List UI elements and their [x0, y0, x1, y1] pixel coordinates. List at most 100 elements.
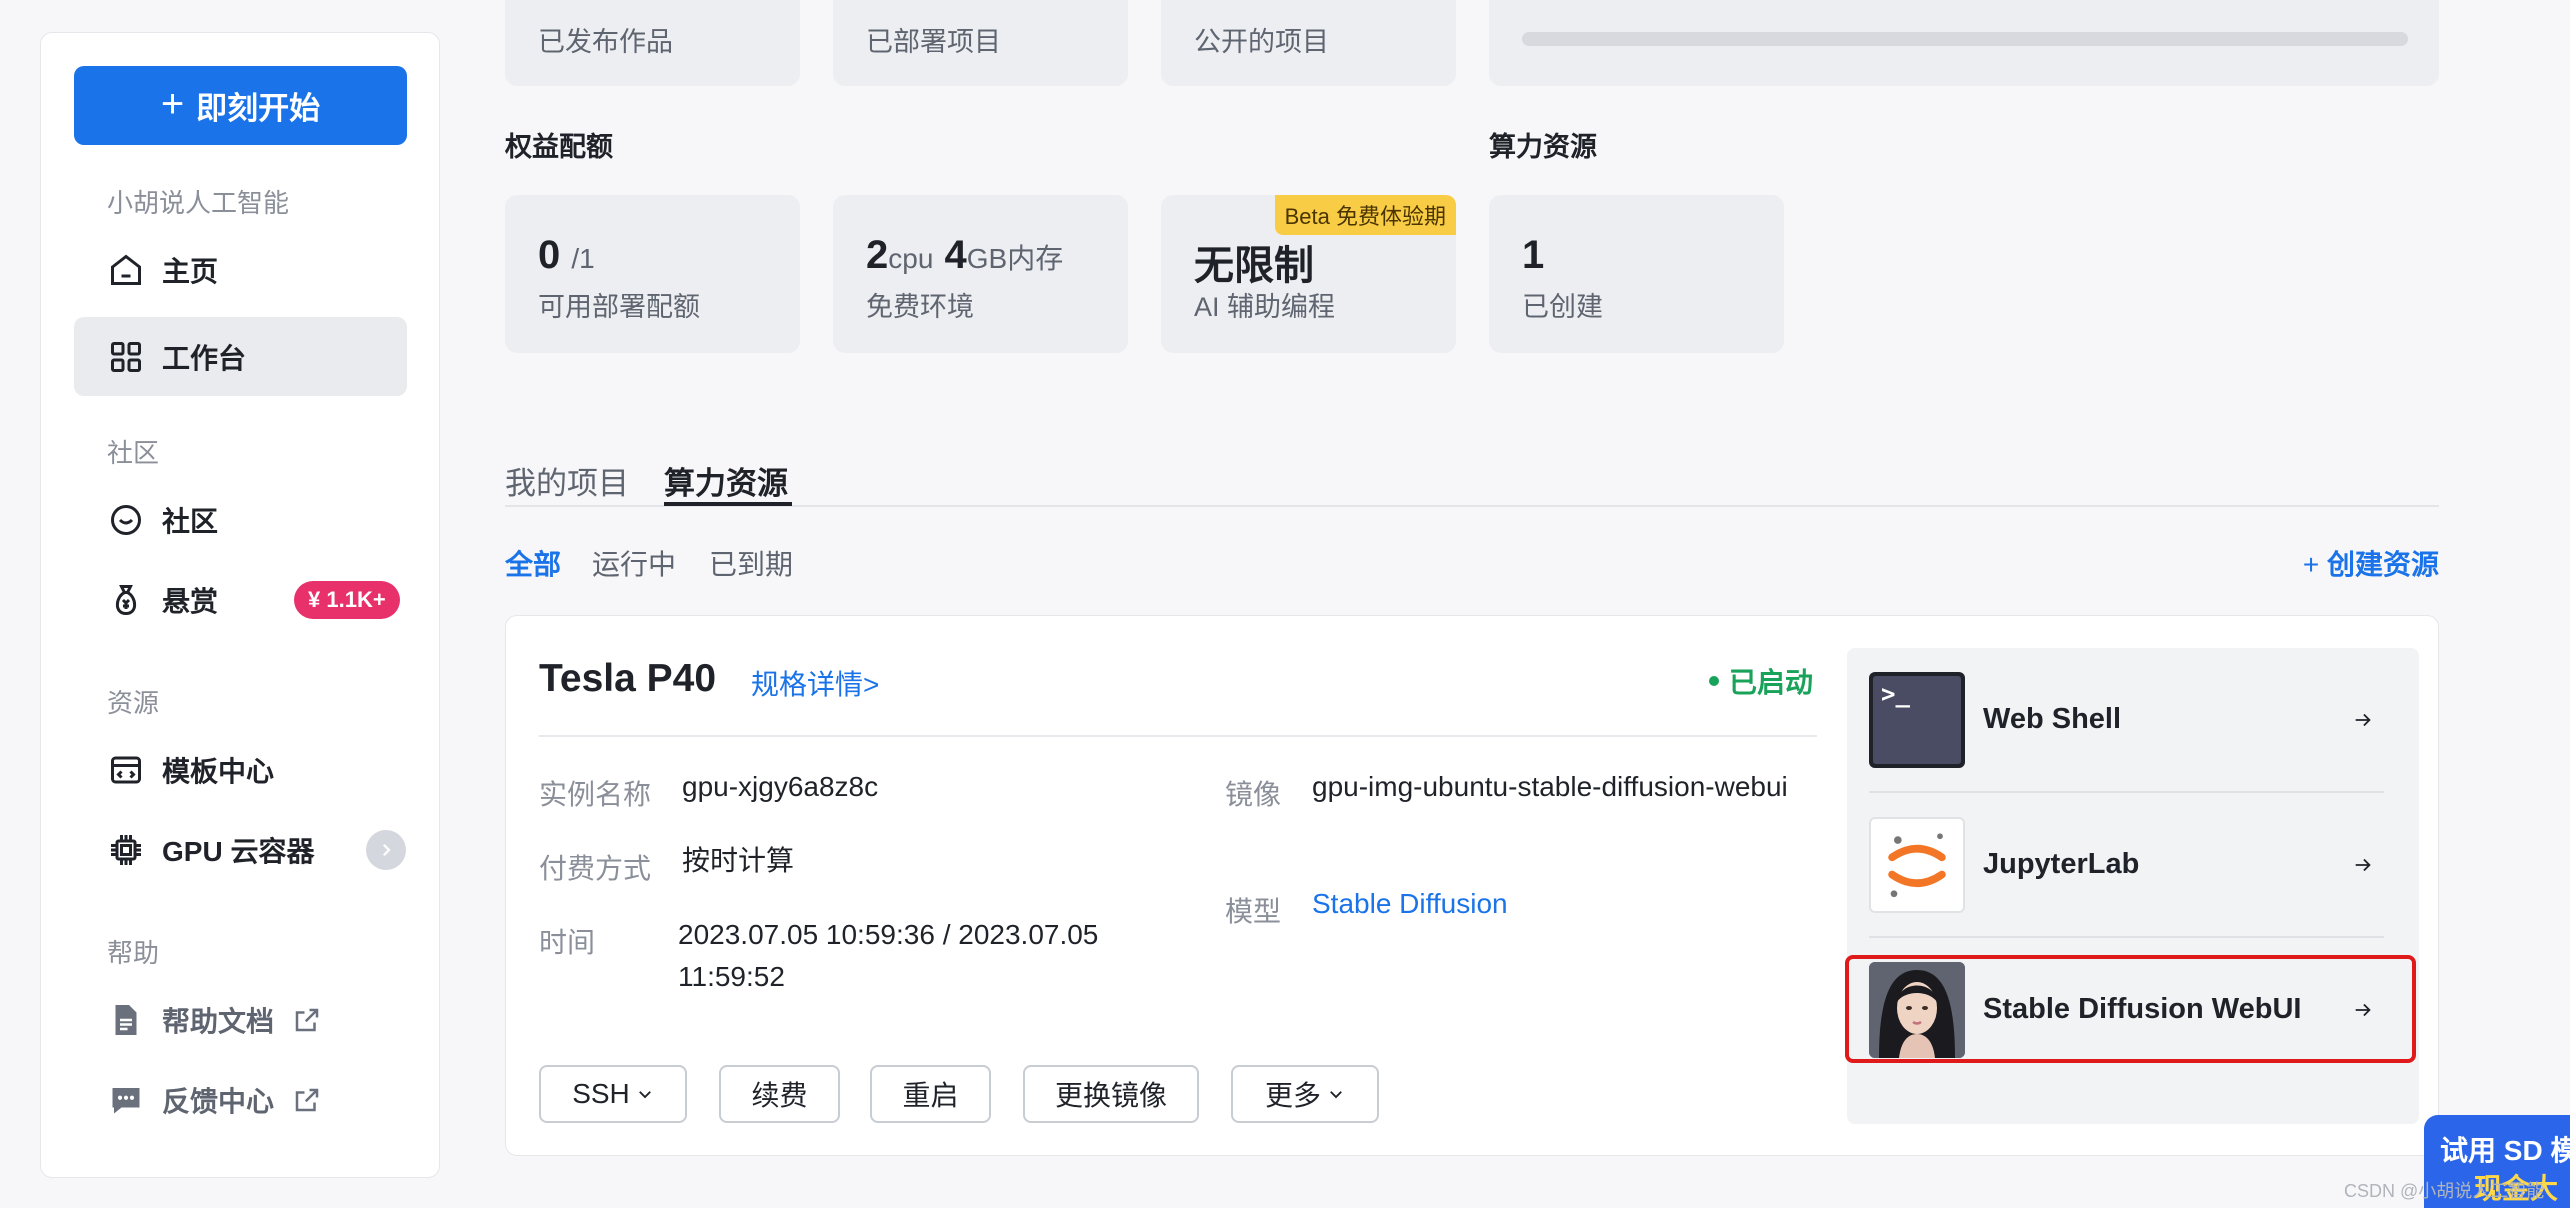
sidebar-item-help-docs[interactable]: 帮助文档: [74, 980, 407, 1059]
image-value: gpu-img-ubuntu-stable-diffusion-webui: [1312, 771, 1788, 802]
team-name: 小胡说人工智能: [107, 188, 290, 218]
sidebar-item-label: 工作台: [162, 342, 247, 374]
external-link-icon: [295, 1088, 319, 1111]
ssh-dropdown-button[interactable]: SSH: [539, 1065, 687, 1123]
cpu-unit: cpu: [888, 243, 934, 274]
model-label: 模型: [1225, 896, 1282, 927]
sidebar-item-home[interactable]: 主页: [74, 230, 407, 309]
home-icon: [111, 254, 141, 285]
sidebar-item-label: 模板中心: [162, 755, 275, 787]
arrow-right-icon: [2355, 858, 2371, 871]
model-link[interactable]: Stable Diffusion: [1312, 883, 1508, 925]
highlight-box: [1845, 955, 2416, 1063]
app-jupyterlab[interactable]: JupyterLab: [1869, 793, 2384, 936]
resource-card: Tesla P40 规格详情> 已启动 实例名称 gpu-xjgy6a8z8c …: [505, 615, 2439, 1156]
deploy-unit: /1: [571, 243, 595, 274]
chevron-down-icon: [1330, 1091, 1342, 1099]
external-link-icon: [295, 1008, 319, 1031]
mem-count: 4: [944, 233, 967, 277]
app-label: JupyterLab: [1983, 848, 2140, 880]
chip-icon: [111, 834, 141, 865]
deploy-value: 0: [538, 233, 561, 277]
watermark: CSDN @小胡说人工智能: [2344, 1181, 2545, 1201]
created-value: 1: [1522, 233, 1545, 277]
resources-section-label: 资源: [107, 688, 160, 718]
status-badge: 已启动: [1709, 661, 1813, 701]
cpu-count: 2: [866, 233, 889, 277]
chat-bubble-icon: [112, 1087, 140, 1113]
deploy-quota-value: 0 /1: [538, 233, 595, 278]
terminal-icon: >_: [1869, 671, 1965, 768]
arrow-right-icon: [2355, 713, 2371, 726]
more-label: 更多: [1264, 1080, 1321, 1111]
filter-running[interactable]: 运行中: [592, 543, 676, 583]
deploy-quota-label: 可用部署配额: [538, 292, 700, 322]
more-dropdown-button[interactable]: 更多: [1231, 1065, 1379, 1123]
sidebar-item-label: 帮助文档: [162, 1005, 275, 1037]
free-env-label: 免费环境: [866, 292, 974, 322]
smile-icon: [111, 504, 141, 535]
usage-progress-bar: [1522, 32, 2408, 46]
tab-compute-resources[interactable]: 算力资源: [664, 458, 788, 503]
start-now-label: 即刻开始: [196, 91, 321, 126]
sidebar: + 即刻开始 小胡说人工智能 主页 工作台 社区 社区 悬赏 ¥ 1.1K+ 资…: [40, 32, 440, 1178]
start-now-button[interactable]: + 即刻开始: [74, 66, 407, 145]
app-label: Web Shell: [1983, 703, 2122, 735]
mem-unit: GB内存: [966, 243, 1064, 274]
filter-all[interactable]: 全部: [505, 543, 561, 583]
deployed-label: 已部署项目: [866, 27, 1001, 57]
status-label: 已启动: [1729, 667, 1814, 698]
free-env-card: 2cpu 4GB内存 免费环境: [833, 195, 1128, 353]
create-resource-label: 创建资源: [2326, 549, 2439, 580]
time-label: 时间: [539, 927, 596, 958]
sidebar-item-label: 社区: [162, 505, 219, 537]
jupyter-icon: [1869, 816, 1965, 913]
ai-coding-value: 无限制: [1194, 244, 1314, 288]
beta-badge: Beta 免费体验期: [1274, 195, 1456, 235]
sidebar-item-bounty[interactable]: 悬赏 ¥ 1.1K+: [74, 560, 407, 639]
compute-created-card: 1 已创建: [1489, 195, 1784, 353]
deploy-quota-card: 0 /1 可用部署配额: [505, 195, 800, 353]
ai-coding-card: Beta 免费体验期 无限制 AI 辅助编程: [1161, 195, 1456, 353]
tab-my-projects[interactable]: 我的项目: [505, 458, 629, 503]
published-label: 已发布作品: [538, 27, 673, 57]
plus-icon: +: [2302, 549, 2327, 580]
sidebar-item-community[interactable]: 社区: [74, 480, 407, 559]
image-label: 镜像: [1225, 779, 1282, 810]
restart-button[interactable]: 重启: [870, 1065, 991, 1123]
help-section-label: 帮助: [107, 938, 160, 968]
created-label: 已创建: [1522, 292, 1603, 322]
active-tab-indicator: [664, 502, 792, 506]
bounty-badge: ¥ 1.1K+: [294, 580, 400, 619]
compute-title: 算力资源: [1489, 132, 1597, 162]
filter-expired[interactable]: 已到期: [709, 543, 793, 583]
chevron-down-icon: [638, 1091, 651, 1099]
template-icon: [111, 756, 141, 783]
sidebar-item-feedback[interactable]: 反馈中心: [74, 1060, 407, 1139]
app-web-shell[interactable]: >_ Web Shell: [1869, 648, 2384, 791]
sidebar-item-template-center[interactable]: 模板中心: [74, 730, 407, 809]
create-resource-button[interactable]: + 创建资源: [2303, 543, 2439, 583]
sidebar-item-label: GPU 云容器: [162, 835, 315, 867]
deployed-card: 已部署项目: [833, 0, 1128, 86]
document-icon: [115, 1004, 137, 1035]
chevron-right-icon[interactable]: [366, 829, 407, 870]
ai-coding-label: AI 辅助编程: [1194, 292, 1336, 322]
quota-title: 权益配额: [505, 132, 613, 162]
sidebar-item-label: 悬赏: [162, 585, 219, 617]
sidebar-item-workbench[interactable]: 工作台: [74, 317, 407, 396]
sidebar-item-label: 反馈中心: [162, 1085, 275, 1117]
renew-button[interactable]: 续费: [719, 1065, 840, 1123]
tab-divider: [505, 505, 2439, 507]
instance-name-label: 实例名称: [539, 779, 652, 810]
sidebar-item-gpu-container[interactable]: GPU 云容器: [74, 810, 407, 889]
change-image-button[interactable]: 更换镜像: [1023, 1065, 1199, 1123]
resource-name: Tesla P40: [539, 657, 717, 700]
community-section-label: 社区: [107, 438, 160, 468]
public-card: 公开的项目: [1161, 0, 1456, 86]
status-dot: [1709, 676, 1719, 686]
spec-details-link[interactable]: 规格详情>: [751, 663, 879, 703]
instance-name-value: gpu-xjgy6a8z8c: [682, 771, 879, 802]
promo-line-1: 试用 SD 模: [2440, 1135, 2570, 1166]
money-bag-icon: [115, 584, 137, 615]
